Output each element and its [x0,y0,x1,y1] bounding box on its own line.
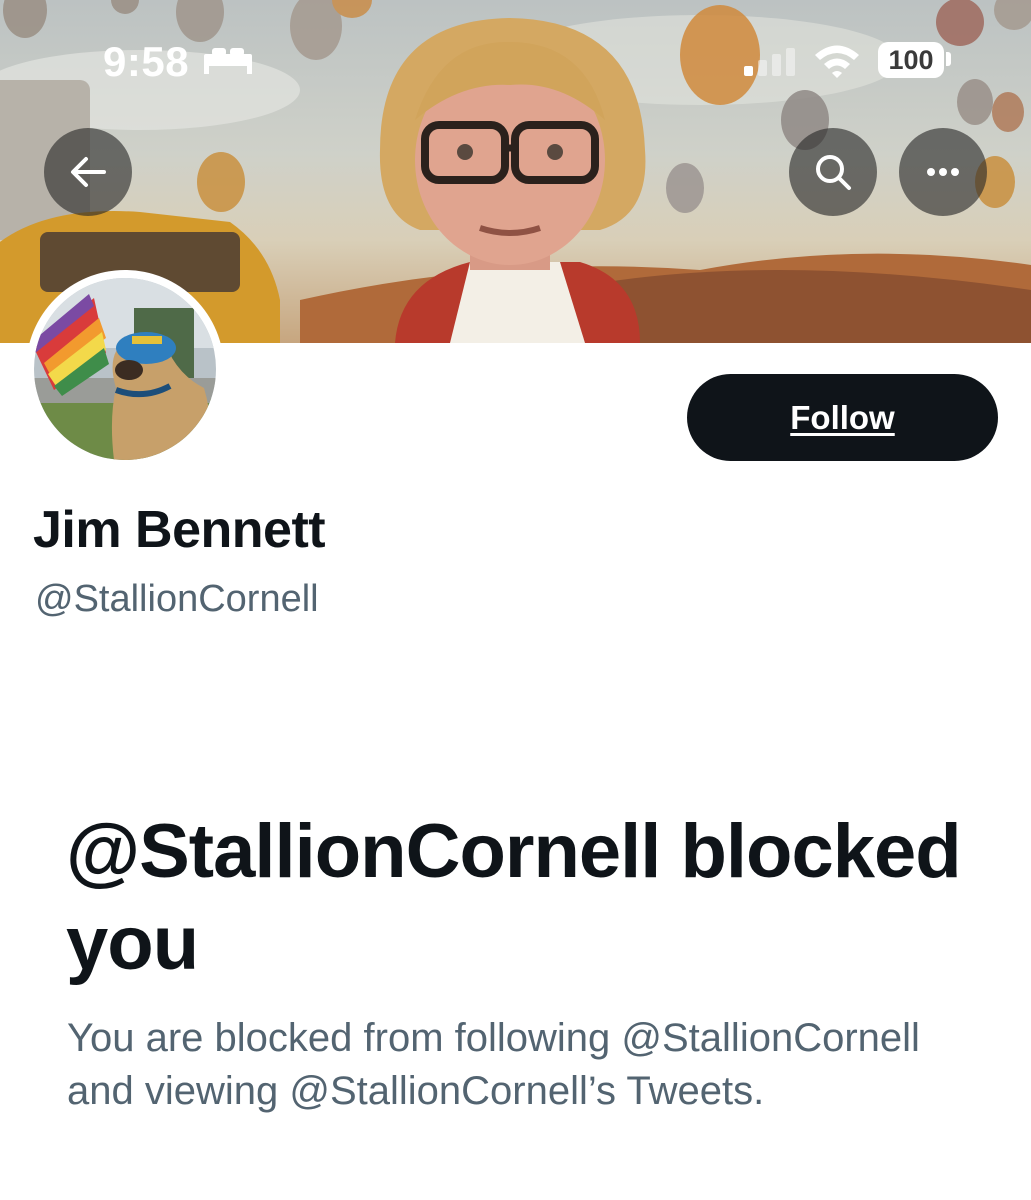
battery-icon: 100 [878,42,944,78]
status-time: 9:58 [103,38,190,85]
status-bar: 9:58 100 [0,0,1031,120]
blocked-title: @StallionCornell blocked you [66,809,962,986]
cellular-signal-icon [742,46,798,81]
more-horizontal-icon [927,168,959,176]
more-button[interactable] [899,128,987,216]
follow-button[interactable]: Follow [687,374,998,461]
bed-icon [202,46,254,81]
profile-display-name: Jim Bennett [33,501,326,559]
profile-handle: @StallionCornell [35,578,319,620]
blocked-description: You are blocked from following @Stallion… [67,1016,920,1113]
search-icon [816,155,851,190]
battery-nub [946,52,951,66]
avatar[interactable] [26,270,224,468]
search-button[interactable] [789,128,877,216]
avatar-image [34,278,216,460]
arrow-left-icon [71,157,106,187]
back-button[interactable] [44,128,132,216]
wifi-icon [812,42,862,85]
